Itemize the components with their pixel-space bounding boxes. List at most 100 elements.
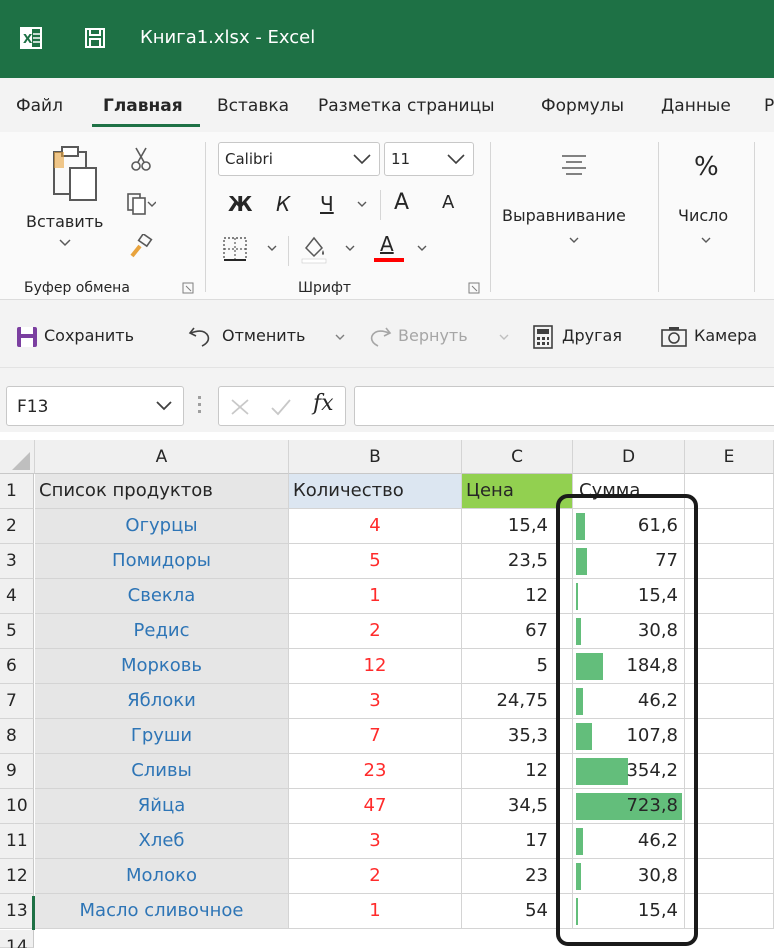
sum-cell[interactable]: 77 — [573, 544, 685, 579]
paste-icon[interactable] — [50, 144, 100, 204]
empty-cell[interactable] — [685, 684, 774, 719]
sum-cell[interactable]: 15,4 — [573, 579, 685, 614]
price-cell[interactable]: 35,3 — [462, 719, 573, 754]
redo-button[interactable]: Вернуть — [398, 326, 468, 345]
empty-cell[interactable] — [685, 474, 774, 509]
product-cell[interactable]: Яблоки — [35, 684, 289, 719]
product-cell[interactable]: Яйца — [35, 789, 289, 824]
quantity-cell[interactable]: 2 — [289, 614, 462, 649]
row-header[interactable]: 11 — [0, 824, 34, 859]
alignment-label[interactable]: Выравнивание — [502, 206, 626, 225]
column-header-d[interactable]: D — [573, 440, 685, 474]
number-chevron-icon[interactable] — [700, 236, 712, 246]
tab-formulas[interactable]: Формулы — [541, 96, 624, 116]
sum-cell[interactable]: 30,8 — [573, 859, 685, 894]
header-cell-products[interactable]: Список продуктов — [35, 474, 289, 509]
font-size-combo[interactable]: 11 — [384, 142, 474, 176]
undo-chevron-icon[interactable] — [334, 333, 346, 343]
column-header-c[interactable]: C — [462, 440, 573, 474]
row-header[interactable]: 8 — [0, 719, 34, 754]
tab-insert[interactable]: Вставка — [217, 96, 289, 116]
price-cell[interactable]: 15,4 — [462, 509, 573, 544]
empty-cell[interactable] — [685, 859, 774, 894]
price-cell[interactable]: 34,5 — [462, 789, 573, 824]
sum-cell[interactable]: 107,8 — [573, 719, 685, 754]
redo-icon[interactable] — [366, 324, 392, 348]
column-header-b[interactable]: B — [289, 440, 462, 474]
fill-color-icon[interactable] — [298, 232, 330, 264]
product-cell[interactable]: Свекла — [35, 579, 289, 614]
bold-button[interactable]: Ж — [228, 192, 252, 216]
quantity-cell[interactable]: 23 — [289, 754, 462, 789]
row-header[interactable]: 9 — [0, 754, 34, 789]
tab-home[interactable]: Главная — [103, 96, 183, 116]
italic-button[interactable]: К — [276, 192, 290, 216]
header-cell-sum[interactable]: Сумма — [573, 474, 685, 509]
quantity-cell[interactable]: 1 — [289, 579, 462, 614]
alignment-icon[interactable] — [560, 152, 588, 176]
sum-cell[interactable]: 46,2 — [573, 824, 685, 859]
quantity-cell[interactable]: 7 — [289, 719, 462, 754]
product-cell[interactable]: Хлеб — [35, 824, 289, 859]
percent-icon[interactable]: % — [694, 152, 719, 182]
grow-font-button[interactable]: A — [394, 190, 409, 215]
product-cell[interactable]: Огурцы — [35, 509, 289, 544]
name-box[interactable]: F13 — [6, 386, 184, 426]
row-header[interactable]: 10 — [0, 789, 34, 824]
product-cell[interactable]: Сливы — [35, 754, 289, 789]
calculator-icon[interactable] — [532, 324, 554, 350]
header-cell-price[interactable]: Цена — [462, 474, 573, 509]
empty-cell[interactable] — [685, 754, 774, 789]
empty-cell[interactable] — [685, 614, 774, 649]
undo-button[interactable]: Отменить — [222, 326, 305, 345]
quantity-cell[interactable]: 3 — [289, 824, 462, 859]
camera-button[interactable]: Камера — [694, 326, 757, 345]
sum-cell[interactable]: 354,2 — [573, 754, 685, 789]
paste-chevron-icon[interactable] — [58, 238, 72, 248]
quantity-cell[interactable]: 3 — [289, 684, 462, 719]
save-icon[interactable] — [84, 26, 106, 50]
quantity-cell[interactable]: 5 — [289, 544, 462, 579]
empty-cell[interactable] — [685, 509, 774, 544]
tab-page-layout[interactable]: Разметка страницы — [318, 96, 495, 116]
number-format-label[interactable]: Число — [678, 206, 728, 225]
sum-cell[interactable]: 30,8 — [573, 614, 685, 649]
sum-cell[interactable]: 46,2 — [573, 684, 685, 719]
chevron-down-icon[interactable] — [155, 399, 173, 413]
sum-cell[interactable]: 723,8 — [573, 789, 685, 824]
enter-check-icon[interactable] — [269, 397, 293, 417]
row-header[interactable]: 14 — [0, 930, 34, 948]
underline-button[interactable]: Ч — [320, 192, 334, 216]
row-header[interactable]: 13 — [0, 894, 34, 929]
tab-file[interactable]: Файл — [16, 96, 63, 116]
paste-label[interactable]: Вставить — [26, 212, 103, 231]
camera-icon[interactable] — [660, 326, 688, 348]
sum-cell[interactable]: 184,8 — [573, 649, 685, 684]
tab-review[interactable]: Р — [764, 96, 774, 116]
select-all-corner[interactable] — [0, 440, 35, 474]
quantity-cell[interactable]: 47 — [289, 789, 462, 824]
copy-icon[interactable] — [126, 192, 156, 216]
fill-color-chevron-icon[interactable] — [344, 244, 356, 254]
borders-icon[interactable] — [222, 236, 248, 262]
shrink-font-button[interactable]: A — [442, 192, 454, 213]
empty-cell[interactable] — [685, 544, 774, 579]
font-color-button[interactable]: A — [380, 232, 394, 256]
product-cell[interactable]: Помидоры — [35, 544, 289, 579]
tab-data[interactable]: Данные — [661, 96, 731, 116]
product-cell[interactable]: Груши — [35, 719, 289, 754]
quantity-cell[interactable]: 1 — [289, 894, 462, 929]
save-button[interactable]: Сохранить — [44, 326, 134, 345]
price-cell[interactable]: 17 — [462, 824, 573, 859]
sum-cell[interactable]: 15,4 — [573, 894, 685, 929]
price-cell[interactable]: 5 — [462, 649, 573, 684]
cut-icon[interactable] — [130, 146, 152, 172]
product-cell[interactable]: Молоко — [35, 859, 289, 894]
empty-cell[interactable] — [685, 719, 774, 754]
header-cell-quantity[interactable]: Количество — [289, 474, 462, 509]
save-icon[interactable] — [16, 326, 38, 348]
product-cell[interactable]: Масло сливочное — [35, 894, 289, 929]
price-cell[interactable]: 24,75 — [462, 684, 573, 719]
redo-chevron-icon[interactable] — [498, 333, 510, 343]
other-commands-button[interactable]: Другая — [562, 326, 622, 345]
